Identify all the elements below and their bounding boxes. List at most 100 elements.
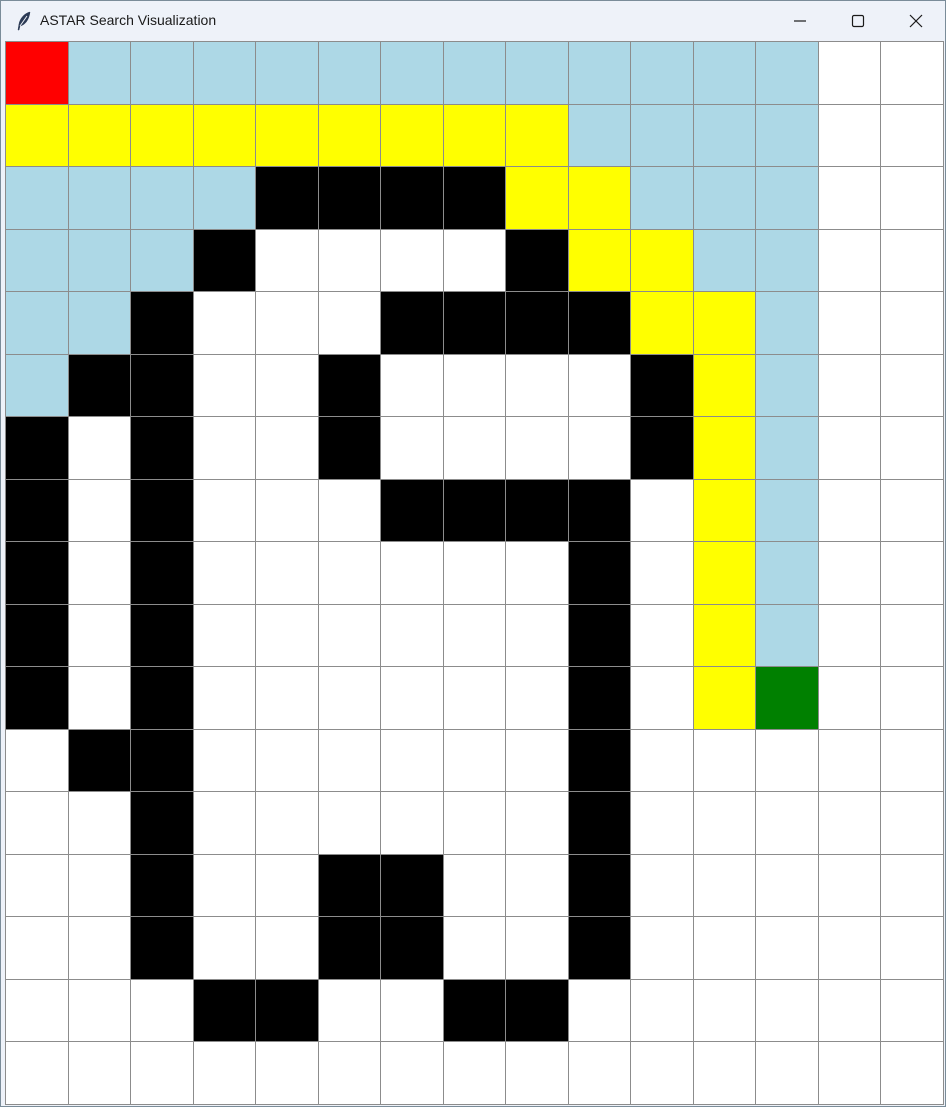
empty-cell[interactable] [68, 1041, 131, 1105]
empty-cell[interactable] [568, 354, 631, 417]
empty-cell[interactable] [630, 604, 694, 667]
search-canvas[interactable] [5, 41, 944, 1105]
wall-cell[interactable] [5, 541, 69, 605]
wall-cell[interactable] [443, 479, 506, 542]
empty-cell[interactable] [5, 854, 69, 917]
empty-cell[interactable] [818, 729, 881, 792]
empty-cell[interactable] [505, 791, 569, 855]
empty-cell[interactable] [255, 666, 319, 730]
wall-cell[interactable] [380, 854, 444, 917]
path-cell[interactable] [380, 104, 444, 167]
visited-cell[interactable] [755, 479, 819, 542]
wall-cell[interactable] [318, 854, 381, 917]
wall-cell[interactable] [568, 729, 631, 792]
wall-cell[interactable] [318, 416, 381, 480]
wall-cell[interactable] [443, 979, 506, 1042]
empty-cell[interactable] [443, 416, 506, 480]
empty-cell[interactable] [5, 791, 69, 855]
empty-cell[interactable] [255, 416, 319, 480]
empty-cell[interactable] [443, 666, 506, 730]
empty-cell[interactable] [505, 729, 569, 792]
search-grid[interactable] [5, 41, 944, 1105]
empty-cell[interactable] [255, 916, 319, 980]
visited-cell[interactable] [693, 166, 756, 230]
wall-cell[interactable] [255, 979, 319, 1042]
empty-cell[interactable] [880, 604, 944, 667]
visited-cell[interactable] [5, 354, 69, 417]
empty-cell[interactable] [568, 416, 631, 480]
empty-cell[interactable] [693, 854, 756, 917]
empty-cell[interactable] [818, 979, 881, 1042]
empty-cell[interactable] [818, 541, 881, 605]
visited-cell[interactable] [68, 166, 131, 230]
wall-cell[interactable] [505, 291, 569, 355]
wall-cell[interactable] [318, 354, 381, 417]
wall-cell[interactable] [130, 479, 194, 542]
empty-cell[interactable] [693, 916, 756, 980]
path-cell[interactable] [693, 354, 756, 417]
empty-cell[interactable] [68, 916, 131, 980]
empty-cell[interactable] [630, 916, 694, 980]
empty-cell[interactable] [380, 666, 444, 730]
empty-cell[interactable] [818, 291, 881, 355]
empty-cell[interactable] [818, 416, 881, 480]
empty-cell[interactable] [505, 604, 569, 667]
empty-cell[interactable] [505, 666, 569, 730]
empty-cell[interactable] [193, 291, 256, 355]
empty-cell[interactable] [818, 104, 881, 167]
wall-cell[interactable] [193, 229, 256, 292]
visited-cell[interactable] [5, 229, 69, 292]
wall-cell[interactable] [130, 354, 194, 417]
visited-cell[interactable] [68, 41, 131, 105]
empty-cell[interactable] [255, 1041, 319, 1105]
empty-cell[interactable] [68, 604, 131, 667]
path-cell[interactable] [318, 104, 381, 167]
wall-cell[interactable] [630, 416, 694, 480]
empty-cell[interactable] [443, 541, 506, 605]
empty-cell[interactable] [193, 479, 256, 542]
path-cell[interactable] [693, 604, 756, 667]
wall-cell[interactable] [130, 791, 194, 855]
empty-cell[interactable] [630, 791, 694, 855]
empty-cell[interactable] [630, 541, 694, 605]
empty-cell[interactable] [818, 854, 881, 917]
wall-cell[interactable] [568, 291, 631, 355]
path-cell[interactable] [255, 104, 319, 167]
visited-cell[interactable] [5, 166, 69, 230]
path-cell[interactable] [693, 416, 756, 480]
empty-cell[interactable] [880, 791, 944, 855]
empty-cell[interactable] [68, 666, 131, 730]
path-cell[interactable] [693, 666, 756, 730]
empty-cell[interactable] [880, 104, 944, 167]
path-cell[interactable] [693, 291, 756, 355]
wall-cell[interactable] [568, 854, 631, 917]
empty-cell[interactable] [630, 979, 694, 1042]
visited-cell[interactable] [255, 41, 319, 105]
start-cell[interactable] [5, 41, 69, 105]
path-cell[interactable] [568, 229, 631, 292]
empty-cell[interactable] [318, 666, 381, 730]
wall-cell[interactable] [255, 166, 319, 230]
empty-cell[interactable] [318, 291, 381, 355]
empty-cell[interactable] [755, 791, 819, 855]
path-cell[interactable] [505, 104, 569, 167]
wall-cell[interactable] [130, 416, 194, 480]
visited-cell[interactable] [630, 41, 694, 105]
empty-cell[interactable] [880, 541, 944, 605]
empty-cell[interactable] [380, 604, 444, 667]
empty-cell[interactable] [818, 166, 881, 230]
visited-cell[interactable] [130, 229, 194, 292]
empty-cell[interactable] [693, 979, 756, 1042]
wall-cell[interactable] [130, 541, 194, 605]
visited-cell[interactable] [193, 41, 256, 105]
empty-cell[interactable] [818, 41, 881, 105]
empty-cell[interactable] [755, 979, 819, 1042]
wall-cell[interactable] [443, 291, 506, 355]
visited-cell[interactable] [755, 166, 819, 230]
visited-cell[interactable] [630, 166, 694, 230]
empty-cell[interactable] [630, 854, 694, 917]
visited-cell[interactable] [755, 229, 819, 292]
wall-cell[interactable] [130, 916, 194, 980]
path-cell[interactable] [630, 229, 694, 292]
empty-cell[interactable] [818, 1041, 881, 1105]
